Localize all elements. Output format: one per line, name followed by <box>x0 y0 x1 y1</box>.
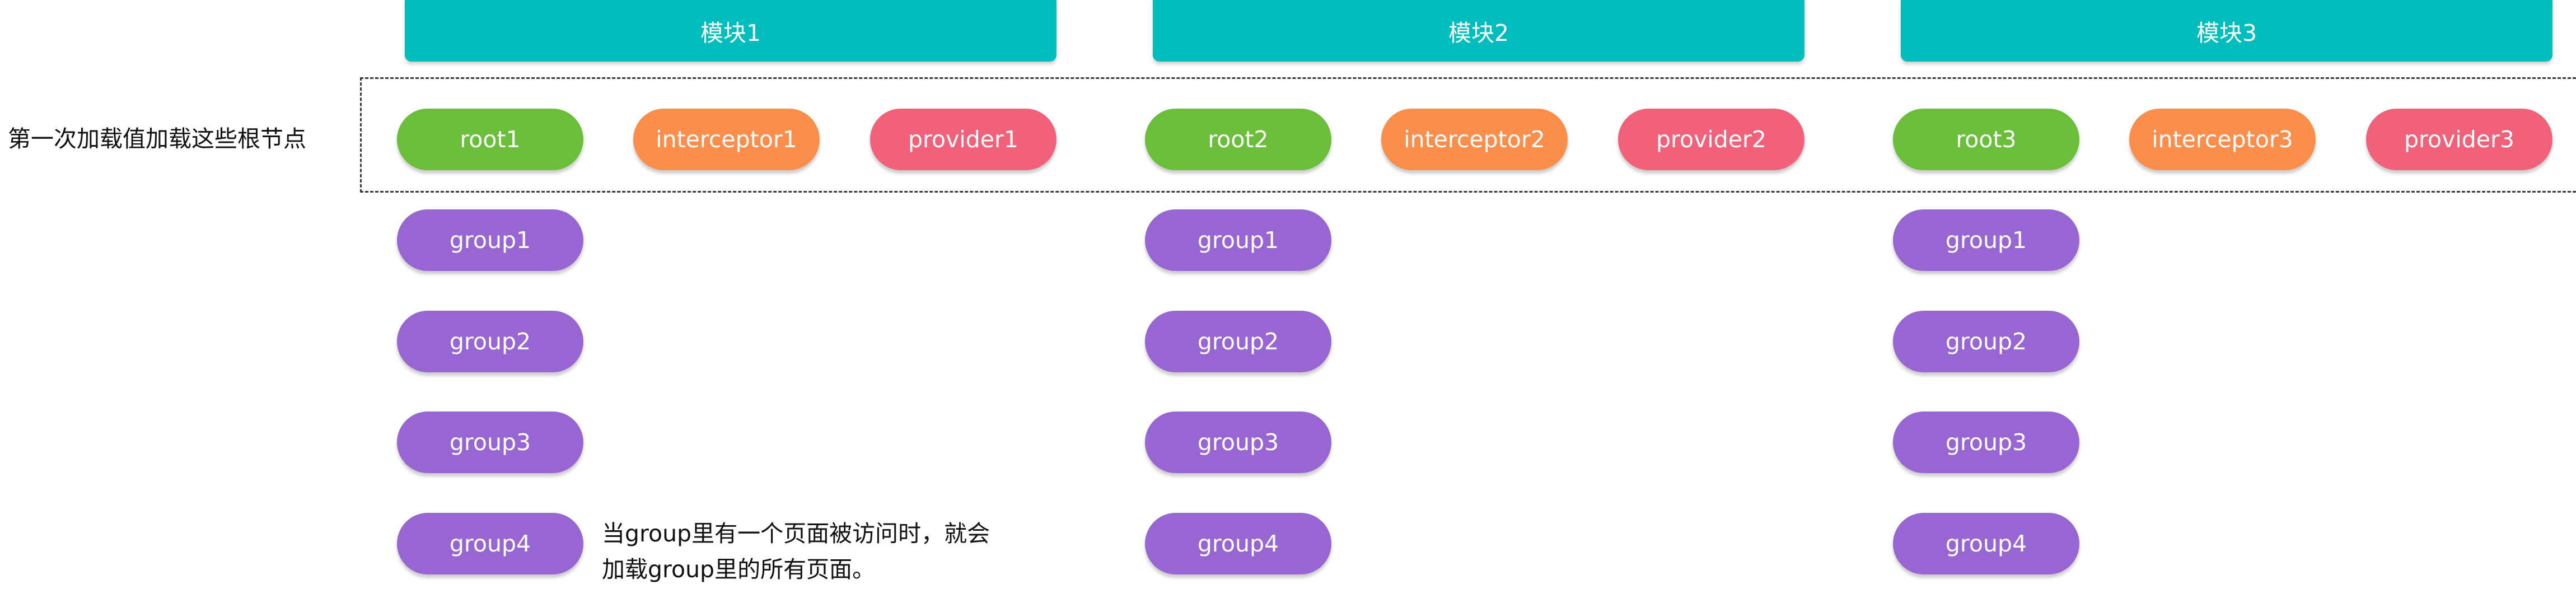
module-1-group-node: group2 <box>397 311 583 372</box>
module-1-interceptor-node: interceptor1 <box>633 109 820 170</box>
group-load-note: 当group里有一个页面被访问时，就会 加载group里的所有页面。 <box>602 516 990 587</box>
module-2-root-node: root2 <box>1145 109 1331 170</box>
module-3-group-node: group3 <box>1893 412 2079 473</box>
module-1-group-node: group1 <box>397 209 583 271</box>
group-load-note-line-1: 当group里有一个页面被访问时，就会 <box>602 520 990 547</box>
module-1-header: 模块1 <box>405 0 1056 62</box>
module-2-header: 模块2 <box>1153 0 1804 62</box>
module-3-group-node: group2 <box>1893 311 2079 372</box>
module-2-interceptor-node: interceptor2 <box>1381 109 1568 170</box>
module-3-provider-node: provider3 <box>2366 109 2552 170</box>
module-2-group-node: group3 <box>1145 412 1331 473</box>
module-3-group-node: group4 <box>1893 513 2079 574</box>
module-1-root-node: root1 <box>397 109 583 170</box>
module-1-provider-node: provider1 <box>870 109 1056 170</box>
group-load-note-line-2: 加载group里的所有页面。 <box>602 556 876 583</box>
module-2-group-node: group1 <box>1145 209 1331 271</box>
module-2-group-node: group2 <box>1145 311 1331 372</box>
module-3-header: 模块3 <box>1901 0 2552 62</box>
module-2-provider-node: provider2 <box>1618 109 1804 170</box>
module-3-root-node: root3 <box>1893 109 2079 170</box>
module-2-group-node: group4 <box>1145 513 1331 574</box>
first-load-label: 第一次加载值加载这些根节点 <box>8 125 306 152</box>
module-1-group-node: group4 <box>397 513 583 574</box>
module-1-group-node: group3 <box>397 412 583 473</box>
module-3-group-node: group1 <box>1893 209 2079 271</box>
module-3-interceptor-node: interceptor3 <box>2129 109 2316 170</box>
